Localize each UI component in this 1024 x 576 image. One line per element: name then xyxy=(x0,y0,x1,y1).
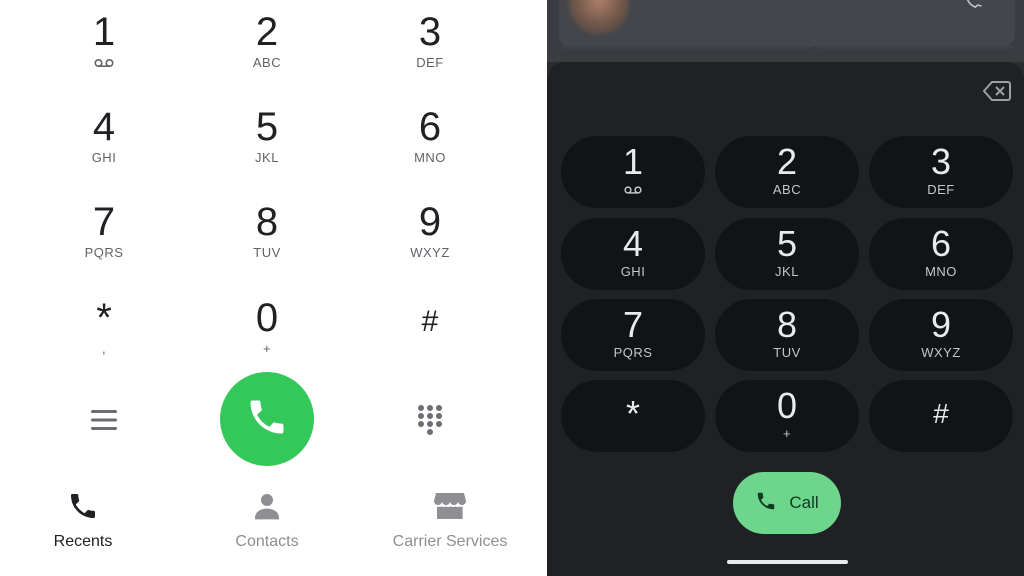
dialpad-key-6[interactable]: 6 MNO xyxy=(869,218,1013,290)
dialpad-key-2[interactable]: 2 ABC xyxy=(715,136,859,208)
key-letters: MNO xyxy=(925,264,957,279)
recent-call-card xyxy=(547,0,1024,62)
dialpad-key-1[interactable]: 1 xyxy=(44,2,164,82)
phone-icon xyxy=(67,490,99,527)
key-letters: WXYZ xyxy=(921,345,961,360)
keypad-icon[interactable] xyxy=(410,400,450,440)
tab-contacts[interactable]: Contacts xyxy=(187,490,347,550)
key-letters: ABC xyxy=(772,182,802,197)
dialpad-key-star[interactable]: * , xyxy=(44,288,164,368)
key-letters: + xyxy=(262,341,272,356)
key-letters: ABC xyxy=(252,55,282,70)
screen: 1 2 ABC 3 DEF 4 GHI 5 JKL 6 MNO 7 PQRS 8… xyxy=(0,0,1024,576)
dark-dialer: 1 2 ABC 3 DEF 4 GHI 5 JKL 6 MNO 7 PQRS 8… xyxy=(547,0,1024,576)
light-dialer: 1 2 ABC 3 DEF 4 GHI 5 JKL 6 MNO 7 PQRS 8… xyxy=(0,0,547,576)
key-letters: WXYZ xyxy=(410,245,450,260)
key-digit: 2 xyxy=(255,10,279,54)
dialpad-key-4[interactable]: 4 GHI xyxy=(44,97,164,177)
dialpad-key-4[interactable]: 4 GHI xyxy=(561,218,705,290)
key-letters: GHI xyxy=(91,150,117,165)
key-digit: # xyxy=(421,305,439,338)
key-letters: PQRS xyxy=(84,245,124,260)
tab-recents[interactable]: Recents xyxy=(3,490,163,550)
tab-carrier-services[interactable]: Carrier Services xyxy=(370,490,530,550)
key-digit: 0 xyxy=(255,296,279,340)
call-button[interactable]: Call xyxy=(733,472,841,534)
store-icon xyxy=(433,490,467,527)
key-digit: 4 xyxy=(622,223,644,264)
key-digit: 8 xyxy=(776,304,798,345)
backspace-icon[interactable] xyxy=(982,80,1011,102)
home-indicator[interactable] xyxy=(727,560,848,564)
dialpad-key-1[interactable]: 1 xyxy=(561,136,705,208)
key-digit: 3 xyxy=(930,141,952,182)
dialpad-key-7[interactable]: 7 PQRS xyxy=(44,192,164,272)
key-digit: 0 xyxy=(776,385,798,426)
voicemail-icon xyxy=(623,183,643,197)
dialpad-key-5[interactable]: 5 JKL xyxy=(715,218,859,290)
key-letters: GHI xyxy=(620,264,646,279)
key-letters: TUV xyxy=(773,345,801,360)
key-digit: 2 xyxy=(776,141,798,182)
phone-icon xyxy=(755,490,777,517)
dialpad-key-3[interactable]: 3 DEF xyxy=(370,2,490,82)
dialpad-key-hash[interactable]: # xyxy=(869,380,1013,452)
divider xyxy=(817,46,1013,49)
dialpad-key-9[interactable]: 9 WXYZ xyxy=(869,299,1013,371)
dialpad-key-6[interactable]: 6 MNO xyxy=(370,97,490,177)
key-letters: TUV xyxy=(253,245,281,260)
dialpad-key-hash[interactable]: # xyxy=(370,288,490,368)
key-letters: PQRS xyxy=(613,345,653,360)
key-digit: 9 xyxy=(930,304,952,345)
dialpad-key-star[interactable]: * xyxy=(561,380,705,452)
key-digit: 1 xyxy=(622,141,644,182)
call-button[interactable] xyxy=(220,372,314,466)
key-digit: 7 xyxy=(622,304,644,345)
voicemail-icon xyxy=(93,56,115,70)
key-digit: 9 xyxy=(418,200,442,244)
key-digit: 8 xyxy=(255,200,279,244)
key-letters: DEF xyxy=(927,182,955,197)
menu-icon[interactable] xyxy=(84,400,124,440)
key-digit: 1 xyxy=(92,10,116,54)
dialpad-key-7[interactable]: 7 PQRS xyxy=(561,299,705,371)
dialpad-key-0[interactable]: 0 + xyxy=(715,380,859,452)
key-digit: 5 xyxy=(776,223,798,264)
key-letters: + xyxy=(782,426,792,441)
avatar xyxy=(569,0,629,34)
key-letters: JKL xyxy=(775,264,799,279)
person-icon xyxy=(251,490,283,527)
key-digit: 5 xyxy=(255,105,279,149)
key-digit: 6 xyxy=(418,105,442,149)
key-digit: 6 xyxy=(930,223,952,264)
dialpad-key-9[interactable]: 9 WXYZ xyxy=(370,192,490,272)
dialpad-key-8[interactable]: 8 TUV xyxy=(207,192,327,272)
dialpad-key-8[interactable]: 8 TUV xyxy=(715,299,859,371)
key-digit: 3 xyxy=(418,10,442,54)
phone-icon xyxy=(245,395,289,444)
key-digit: 7 xyxy=(92,200,116,244)
tab-label: Carrier Services xyxy=(392,533,508,550)
key-letters: DEF xyxy=(416,55,444,70)
key-letters: MNO xyxy=(414,150,446,165)
key-letters: , xyxy=(101,341,107,356)
call-label: Call xyxy=(789,493,819,512)
dialpad-key-3[interactable]: 3 DEF xyxy=(869,136,1013,208)
divider xyxy=(561,46,811,49)
key-digit: * xyxy=(625,393,640,434)
key-digit: 4 xyxy=(92,105,116,149)
dialpad-key-5[interactable]: 5 JKL xyxy=(207,97,327,177)
tab-label: Contacts xyxy=(235,533,299,550)
dialpad-key-2[interactable]: 2 ABC xyxy=(207,2,327,82)
key-digit: * xyxy=(96,296,112,340)
phone-icon[interactable] xyxy=(963,0,985,16)
recent-call-row[interactable] xyxy=(559,0,1015,46)
tab-label: Recents xyxy=(53,533,113,550)
key-letters: JKL xyxy=(255,150,279,165)
key-digit: # xyxy=(933,398,949,429)
dialpad-key-0[interactable]: 0 + xyxy=(207,288,327,368)
